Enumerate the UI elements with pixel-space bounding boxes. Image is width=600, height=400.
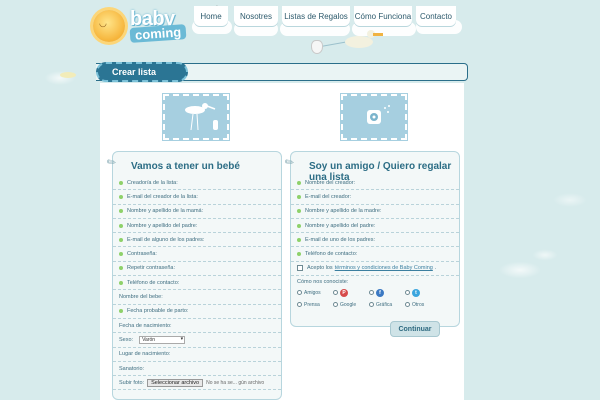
form-field-nombre-padre-amigo[interactable]: Nombre y apellido del padre: [291, 219, 459, 234]
radio-button[interactable] [333, 290, 338, 296]
friend-form-card: ✎ Soy un amigo / Quiero regalar una list… [283, 151, 460, 327]
facebook-icon: f [376, 288, 384, 297]
pinterest-icon: P [340, 288, 348, 297]
radio-button[interactable] [369, 290, 374, 296]
form-field-creador[interactable]: Creador/a de la lista: [113, 176, 281, 191]
required-dot-icon [297, 209, 301, 214]
form-field-nombre-creador[interactable]: Nombre del creador: [291, 176, 459, 191]
option-twitter[interactable]: t [405, 288, 441, 297]
required-dot-icon [119, 180, 123, 185]
form-field-email-creador[interactable]: E-mail del creador de la lista: [113, 190, 281, 205]
parents-form-fields: Creador/a de la lista: E-mail del creado… [113, 176, 281, 391]
terms-link[interactable]: términos y condiciones de Baby Coming [335, 265, 433, 271]
terms-checkbox[interactable] [297, 265, 303, 272]
form-field-lugar-nacimiento[interactable]: Lugar de nacimiento: [113, 348, 281, 362]
required-dot-icon [297, 252, 301, 257]
form-field-nombre-mama[interactable]: Nombre y apellido de la mamá: [113, 205, 281, 219]
twitter-icon: t [412, 288, 420, 297]
required-dot-icon [119, 266, 123, 271]
option-prensa[interactable]: Prensa [297, 300, 333, 309]
required-dot-icon [297, 237, 301, 242]
sun-icon [93, 10, 125, 42]
required-dot-icon [297, 194, 301, 199]
form-field-sanatorio[interactable]: Sanatorio: [113, 362, 281, 377]
form-field-contrasena[interactable]: Contraseña: [113, 247, 281, 262]
form-field-telefono[interactable]: Teléfono de contacto: [113, 276, 281, 291]
parents-form-title: Vamos a tener un bebé [131, 161, 240, 172]
nav-listas-de-regalos[interactable]: Listas de Regalos [282, 6, 350, 26]
required-dot-icon [297, 180, 301, 185]
form-field-email-creador-amigo[interactable]: E-mail del creador: [291, 190, 459, 205]
required-dot-icon [119, 309, 123, 314]
sexo-select[interactable]: Varón ▾ [139, 335, 186, 344]
friend-form-fields: Nombre del creador: E-mail del creador: … [291, 176, 459, 309]
option-amigos[interactable]: Amigos [297, 288, 333, 297]
stork-icon [185, 103, 218, 131]
chevron-down-icon: ▾ [180, 335, 184, 342]
nav-home[interactable]: Home [194, 6, 228, 26]
parents-form-card: ✎ Vamos a tener un bebé Creador/a de la … [105, 151, 282, 400]
form-field-repetir-contrasena[interactable]: Repetir contraseña: [113, 262, 281, 277]
form-field-sexo: Sexo: Varón ▾ [113, 333, 281, 348]
required-dot-icon [119, 194, 123, 199]
required-dot-icon [119, 209, 123, 214]
form-field-fecha-parto[interactable]: Fecha probable de parto: [113, 305, 281, 319]
required-dot-icon [119, 237, 123, 242]
terms-row: Acepto los términos y condiciones de Bab… [291, 262, 459, 277]
form-field-fecha-nacimiento[interactable]: Fecha de nacimiento: [113, 319, 281, 334]
continue-button[interactable]: Continuar [390, 321, 440, 337]
how-found-options: Amigos P f t Prensa Google Gráfica Otros [291, 285, 459, 309]
how-found-label: Cómo nos conociste: [297, 279, 349, 286]
form-field-email-padres-amigo[interactable]: E-mail de uno de los padres: [291, 233, 459, 248]
bird-decoration [60, 72, 76, 78]
radio-button[interactable] [333, 302, 338, 308]
file-select-button[interactable]: Seleccionar archivo [147, 378, 204, 387]
required-dot-icon [119, 280, 123, 285]
option-pinterest[interactable]: P [333, 288, 369, 297]
pin-icon: ✎ [282, 155, 298, 171]
nav-contacto[interactable]: Contacto [416, 6, 456, 26]
required-dot-icon [297, 223, 301, 228]
sun-face-icon: ◡ [99, 18, 107, 28]
option-otros[interactable]: Otros [405, 300, 441, 309]
nav-nosotres[interactable]: Nosotres [234, 6, 278, 26]
radio-button[interactable] [297, 290, 302, 296]
radio-button[interactable] [369, 302, 374, 308]
pin-icon: ✎ [104, 155, 120, 171]
option-facebook[interactable]: f [369, 288, 405, 297]
friend-option-image[interactable] [340, 93, 408, 141]
form-field-nombre-padre[interactable]: Nombre y apellido del padre: [113, 219, 281, 234]
option-google[interactable]: Google [333, 300, 369, 309]
radio-button[interactable] [405, 302, 410, 308]
radio-button[interactable] [297, 302, 302, 308]
form-field-subir-foto: Subir foto: Seleccionar archivo No se ha… [113, 376, 281, 391]
stork-illustration [305, 28, 385, 64]
page-title: Crear lista [96, 62, 188, 82]
file-status: No se ha se... gún archivo [206, 379, 265, 386]
required-dot-icon [119, 252, 123, 257]
required-dot-icon [119, 223, 123, 228]
radio-button[interactable] [405, 290, 410, 296]
logo-text-coming: coming [129, 24, 187, 43]
form-field-nombre-bebe[interactable]: Nombre del bebe: [113, 290, 281, 305]
option-grafica[interactable]: Gráfica [369, 300, 405, 309]
form-field-nombre-madre[interactable]: Nombre y apellido de la madre: [291, 205, 459, 219]
gift-camera-icon [367, 105, 390, 124]
form-field-telefono-amigo[interactable]: Teléfono de contacto: [291, 247, 459, 262]
nav-como-funciona[interactable]: Cómo Funciona [354, 6, 412, 26]
logo[interactable]: ◡ baby coming [90, 6, 190, 48]
create-list-panel: ✎ Vamos a tener un bebé Creador/a de la … [100, 83, 464, 400]
form-field-email-padres[interactable]: E-mail de alguno de los padres: [113, 233, 281, 248]
stork-option-image[interactable] [162, 93, 230, 141]
